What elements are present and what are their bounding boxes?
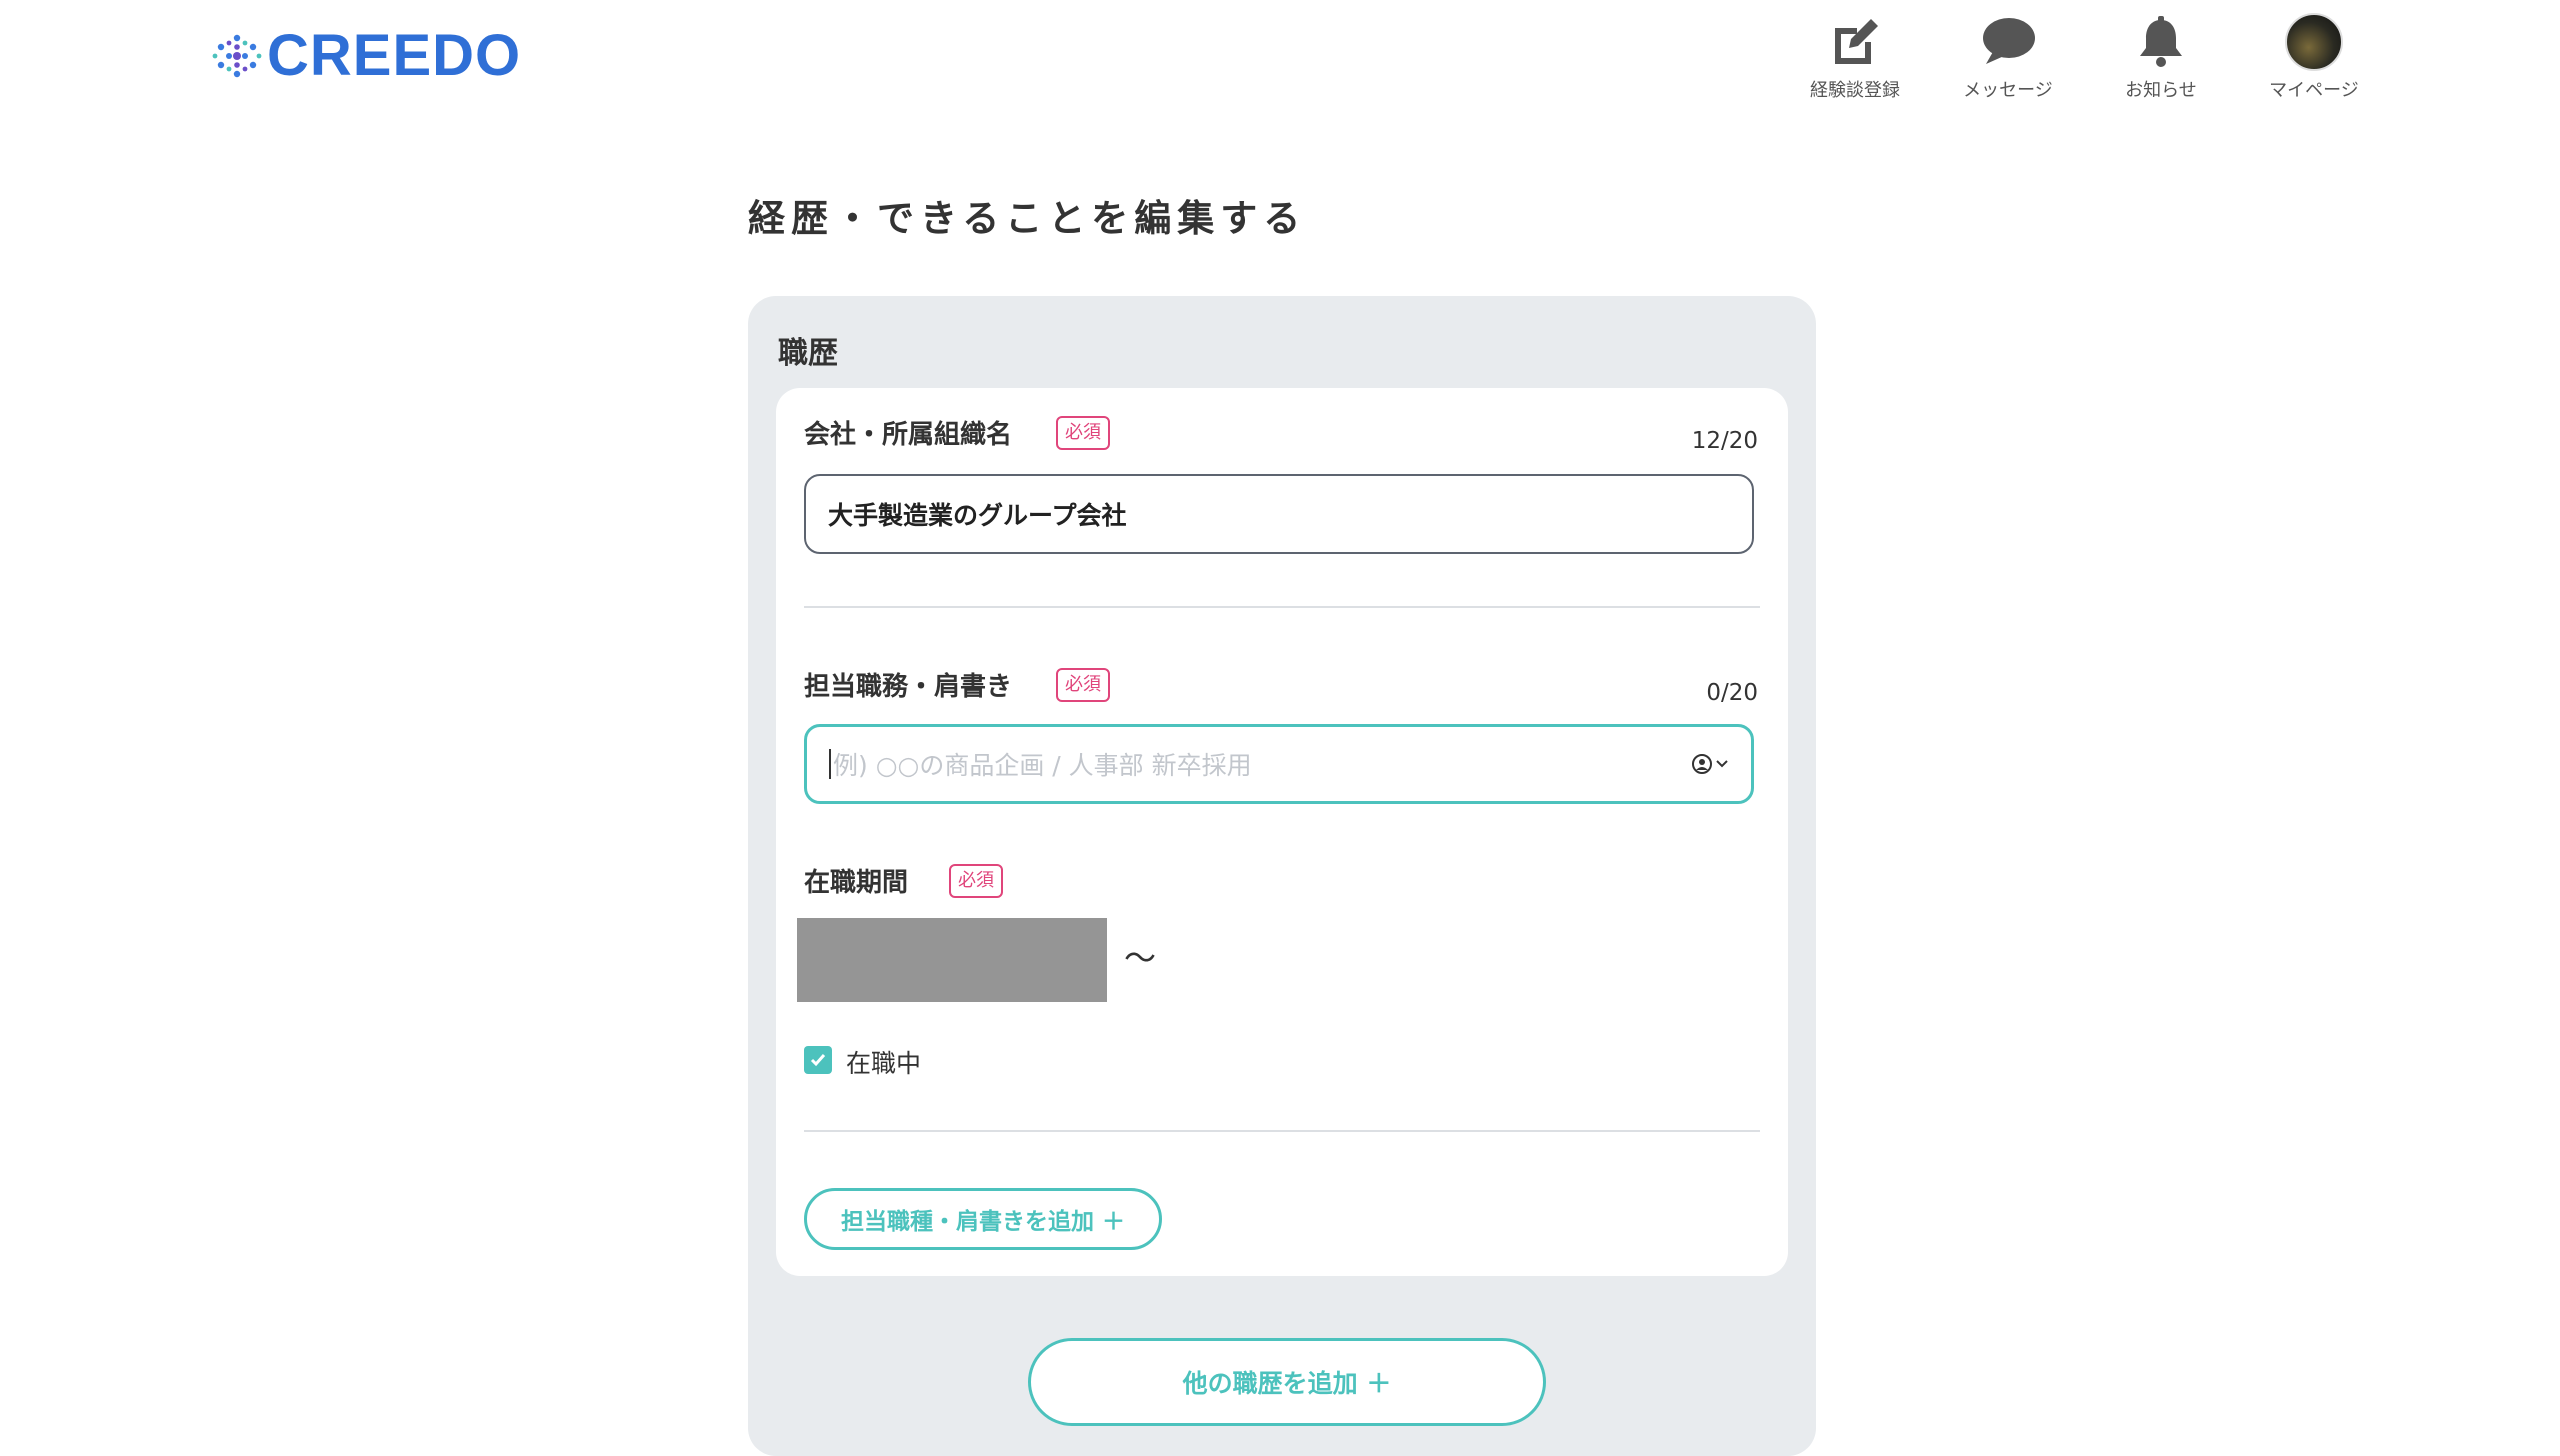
person-circle-icon (1692, 754, 1712, 774)
section-title: 職歴 (778, 336, 838, 371)
position-char-count: 0/20 (1706, 680, 1758, 706)
chat-icon (1983, 18, 2035, 64)
required-badge: 必須 (1056, 416, 1110, 450)
avatar (2285, 13, 2343, 71)
add-career-button[interactable]: 他の職歴を追加 ＋ (1028, 1338, 1546, 1426)
career-card: 会社・所属組織名 必須 12/20 大手製造業のグループ会社 担当職務・肩書き … (776, 388, 1788, 1276)
currently-employed-checkbox[interactable] (804, 1046, 832, 1074)
nav-label: お知らせ (2125, 80, 2197, 101)
autofill-icon[interactable] (1691, 753, 1729, 775)
nav-label: メッセージ (1963, 80, 2053, 101)
bell-icon (2140, 16, 2182, 67)
logo-text: CREEDO (267, 23, 522, 88)
chevron-down-icon (1716, 760, 1728, 768)
redacted-start-date[interactable] (797, 918, 1107, 1002)
nav-experience-register[interactable]: 経験談登録 (1785, 12, 1925, 102)
logo-mark-icon (212, 34, 262, 78)
nav-label: マイページ (2269, 80, 2359, 101)
position-placeholder: 例) ○○の商品企画 / 人事部 新卒採用 (833, 751, 1252, 780)
required-badge: 必須 (949, 864, 1003, 898)
required-badge: 必須 (1056, 668, 1110, 702)
text-caret (829, 749, 831, 779)
company-name-value: 大手製造業のグループ会社 (828, 501, 1127, 530)
position-input[interactable]: 例) ○○の商品企画 / 人事部 新卒採用 (804, 724, 1754, 804)
period-label: 在職期間 (804, 868, 909, 898)
nav-notifications[interactable]: お知らせ (2091, 12, 2231, 102)
edit-icon (1835, 19, 1878, 64)
currently-employed-label: 在職中 (846, 1049, 922, 1078)
nav-messages[interactable]: メッセージ (1938, 12, 2078, 102)
nav-label: 経験談登録 (1810, 80, 1900, 101)
period-separator: 〜 (1124, 939, 1157, 977)
company-name-input[interactable]: 大手製造業のグループ会社 (804, 474, 1754, 554)
company-char-count: 12/20 (1691, 428, 1758, 454)
page-title: 経歴・できることを編集する (748, 197, 1307, 240)
creedo-logo[interactable]: CREEDO (211, 26, 521, 86)
company-label: 会社・所属組織名 (804, 420, 1013, 450)
divider (804, 606, 1760, 608)
add-position-button[interactable]: 担当職種・肩書きを追加 ＋ (804, 1188, 1162, 1250)
divider (804, 1130, 1760, 1132)
position-label: 担当職務・肩書き (804, 672, 1013, 702)
career-panel: 職歴 会社・所属組織名 必須 12/20 大手製造業のグループ会社 担当職務・肩… (748, 296, 1816, 1456)
nav-mypage[interactable]: マイページ (2244, 12, 2384, 102)
check-icon (810, 1054, 826, 1067)
